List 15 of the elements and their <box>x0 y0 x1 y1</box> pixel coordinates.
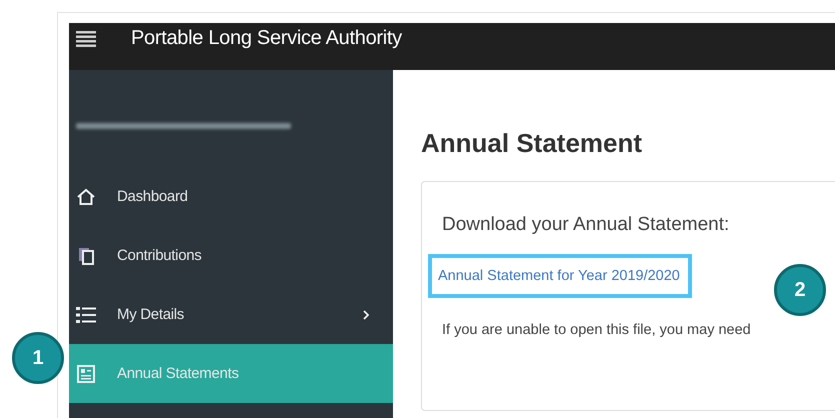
card-heading: Download your Annual Statement: <box>442 214 730 236</box>
statement-link[interactable]: Annual Statement for Year 2019/2020 <box>438 268 680 284</box>
document-icon <box>76 364 96 382</box>
app-title: Portable Long Service Authority <box>131 27 402 50</box>
home-icon <box>76 188 96 206</box>
pages-icon <box>76 246 96 266</box>
menu-icon[interactable] <box>76 31 96 47</box>
sidebar-item[interactable]: Contributions <box>69 226 393 285</box>
sidebar-item[interactable]: My Details <box>69 285 393 344</box>
page-title: Annual Statement <box>421 128 644 159</box>
step-number-badge: 1 <box>12 332 64 384</box>
list-icon <box>76 306 96 324</box>
help-text: If you are unable to open this file, you may need <box>442 322 752 338</box>
step-number-badge: 2 <box>774 264 826 316</box>
sidebar-item[interactable]: Dashboard <box>69 167 393 226</box>
